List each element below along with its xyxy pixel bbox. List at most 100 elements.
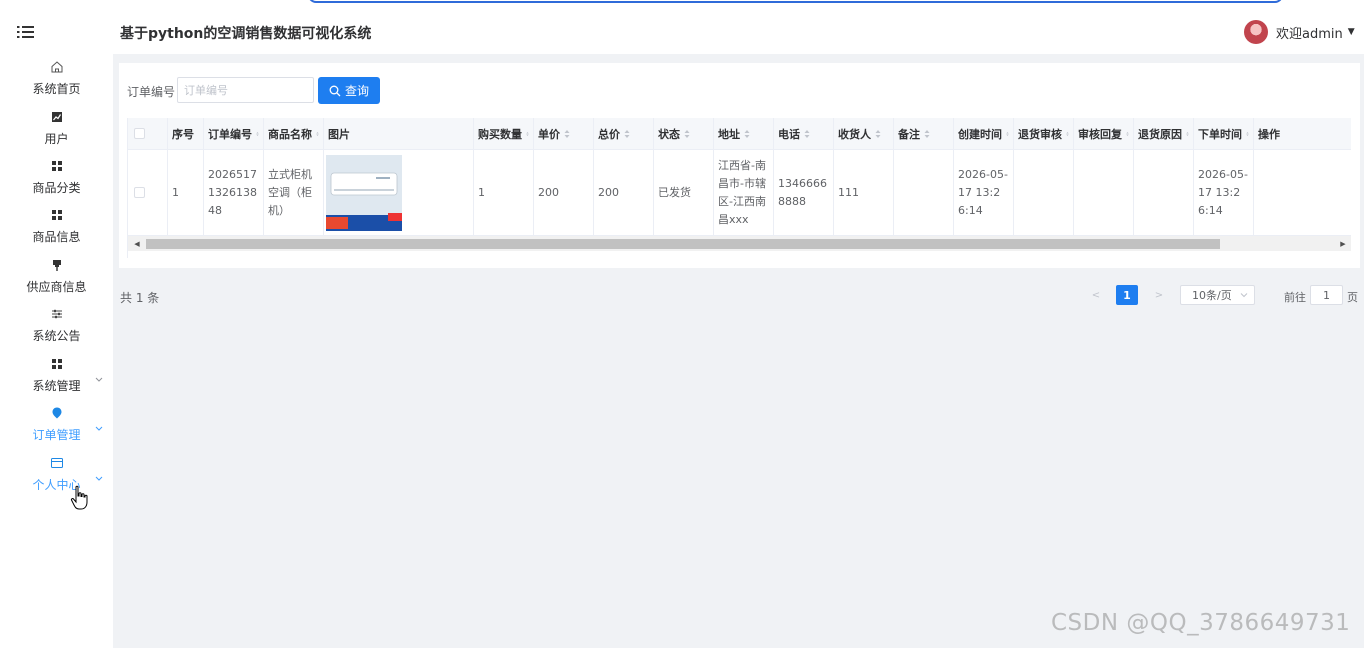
row-checkbox[interactable]	[134, 187, 145, 198]
table-header: 序号 订单编号 商品名称 图片 购买数量 单价 总价 状态 地址 电话 收货人 …	[128, 118, 1351, 150]
browser-address-bar	[308, 0, 1283, 3]
user-name: 欢迎admin	[1276, 26, 1343, 42]
cell-total: 200	[594, 150, 654, 235]
scroll-left-arrow-icon[interactable]: ◀	[130, 236, 144, 251]
column-header[interactable]: 地址	[714, 118, 774, 149]
sidebar-item-product-info[interactable]: 商品信息	[0, 208, 113, 254]
search-icon	[329, 85, 341, 96]
sidebar-item-label: 系统首页	[32, 82, 81, 96]
column-header[interactable]: 状态	[654, 118, 714, 149]
sort-icon[interactable]	[624, 129, 630, 139]
sidebar-item-home[interactable]: 系统首页	[0, 60, 113, 106]
order-card: 订单编号 查询 序号 订单编号 商品名称 图片 购买数量 单价 总价 状态 地址…	[119, 63, 1360, 268]
order-number-input[interactable]	[177, 77, 314, 103]
user-menu[interactable]: 欢迎admin ▼	[1244, 20, 1355, 44]
sort-icon[interactable]	[256, 129, 259, 139]
column-header[interactable]: 电话	[774, 118, 834, 149]
sidebar-item-personal-center[interactable]: 个人中心	[0, 456, 113, 502]
sort-icon[interactable]	[684, 129, 690, 139]
column-header[interactable]: 单价	[534, 118, 594, 149]
cell-remark	[894, 150, 954, 235]
grid-icon	[51, 210, 62, 220]
row-select-cell	[128, 150, 168, 235]
caret-down-icon: ▼	[1347, 27, 1355, 37]
table-row: 1 2026517132613848 立式柜机空调（柜机） 1 200 200 …	[128, 150, 1351, 236]
column-header[interactable]: 总价	[594, 118, 654, 149]
sort-icon[interactable]	[1246, 129, 1249, 139]
column-header[interactable]: 购买数量	[474, 118, 534, 149]
column-header[interactable]: 备注	[894, 118, 954, 149]
page-size-select[interactable]: 10条/页	[1180, 285, 1255, 305]
horizontal-scrollbar[interactable]: ◀ ▶	[128, 236, 1351, 251]
column-header[interactable]: 退货审核	[1014, 118, 1074, 149]
sort-icon[interactable]	[804, 129, 810, 139]
hamburger-menu-icon[interactable]	[15, 22, 37, 42]
column-header[interactable]: 退货原因	[1134, 118, 1194, 149]
next-page-button[interactable]: >	[1149, 285, 1169, 305]
cell-quantity: 1	[474, 150, 534, 235]
sidebar-item-label: 供应商信息	[26, 280, 87, 294]
sort-icon[interactable]	[526, 129, 529, 139]
column-header: 图片	[324, 118, 474, 149]
cell-return-review	[1014, 150, 1074, 235]
column-header[interactable]: 创建时间	[954, 118, 1014, 149]
cell-phone: 13466668888	[774, 150, 834, 235]
cell-unit-price: 200	[534, 150, 594, 235]
watermark: CSDN @QQ_3786649731	[1051, 610, 1351, 636]
grid-icon	[51, 359, 62, 369]
goto-suffix: 页	[1347, 291, 1358, 304]
column-header[interactable]: 订单编号	[204, 118, 264, 149]
goto-page-input[interactable]	[1310, 285, 1343, 305]
header: 基于python的空调销售数据可视化系统 欢迎admin ▼	[113, 0, 1364, 54]
column-header[interactable]: 下单时间	[1194, 118, 1254, 149]
cell-actions	[1254, 150, 1351, 235]
chevron-down-icon	[1240, 293, 1248, 298]
chevron-down-icon	[95, 377, 103, 382]
sort-icon[interactable]	[1066, 129, 1069, 139]
select-all-checkbox[interactable]	[134, 128, 145, 139]
cell-image	[324, 150, 474, 235]
page-size-value: 10条/页	[1192, 289, 1232, 302]
total-count: 共 1 条	[120, 291, 160, 305]
sidebar-item-order-management[interactable]: 订单管理	[0, 406, 113, 452]
column-header[interactable]: 审核回复	[1074, 118, 1134, 149]
hand-cursor-icon	[70, 485, 88, 510]
sidebar-item-product-category[interactable]: 商品分类	[0, 159, 113, 205]
home-icon	[51, 61, 62, 73]
search-button[interactable]: 查询	[318, 77, 380, 104]
card-icon	[50, 458, 63, 468]
cell-created: 2026-05-17 13:26:14	[954, 150, 1014, 235]
sort-icon[interactable]	[316, 129, 319, 139]
sidebar-item-label: 商品信息	[32, 230, 81, 244]
sort-icon[interactable]	[744, 129, 750, 139]
cell-index: 1	[168, 150, 204, 235]
page-1-button[interactable]: 1	[1116, 285, 1138, 305]
sort-icon[interactable]	[1186, 129, 1189, 139]
sort-icon[interactable]	[1126, 129, 1129, 139]
column-header[interactable]: 商品名称	[264, 118, 324, 149]
scroll-right-arrow-icon[interactable]: ▶	[1336, 236, 1350, 251]
goto-label: 前往	[1284, 291, 1306, 304]
product-image	[326, 154, 402, 231]
sidebar-item-users[interactable]: 用户	[0, 110, 113, 156]
column-header[interactable]: 收货人	[834, 118, 894, 149]
pin-icon	[52, 260, 61, 271]
scrollbar-thumb[interactable]	[146, 239, 1220, 249]
sort-icon[interactable]	[564, 129, 570, 139]
sidebar-item-supplier[interactable]: 供应商信息	[0, 258, 113, 304]
sort-icon[interactable]	[875, 129, 881, 139]
page-title: 基于python的空调销售数据可视化系统	[120, 26, 372, 42]
cell-order-time: 2026-05-17 13:26:14	[1194, 150, 1254, 235]
chevron-down-icon	[95, 476, 103, 481]
sidebar-item-system-management[interactable]: 系统管理	[0, 357, 113, 403]
cell-receiver: 111	[834, 150, 894, 235]
prev-page-button[interactable]: <	[1086, 285, 1106, 305]
column-header: 操作	[1258, 127, 1280, 141]
sort-icon[interactable]	[1006, 129, 1009, 139]
search-button-label: 查询	[344, 84, 369, 98]
sidebar-item-announcement[interactable]: 系统公告	[0, 307, 113, 353]
cell-review-reply	[1074, 150, 1134, 235]
sort-icon[interactable]	[924, 129, 930, 139]
sidebar-item-label: 商品分类	[32, 181, 81, 195]
cell-status: 已发货	[654, 150, 714, 235]
